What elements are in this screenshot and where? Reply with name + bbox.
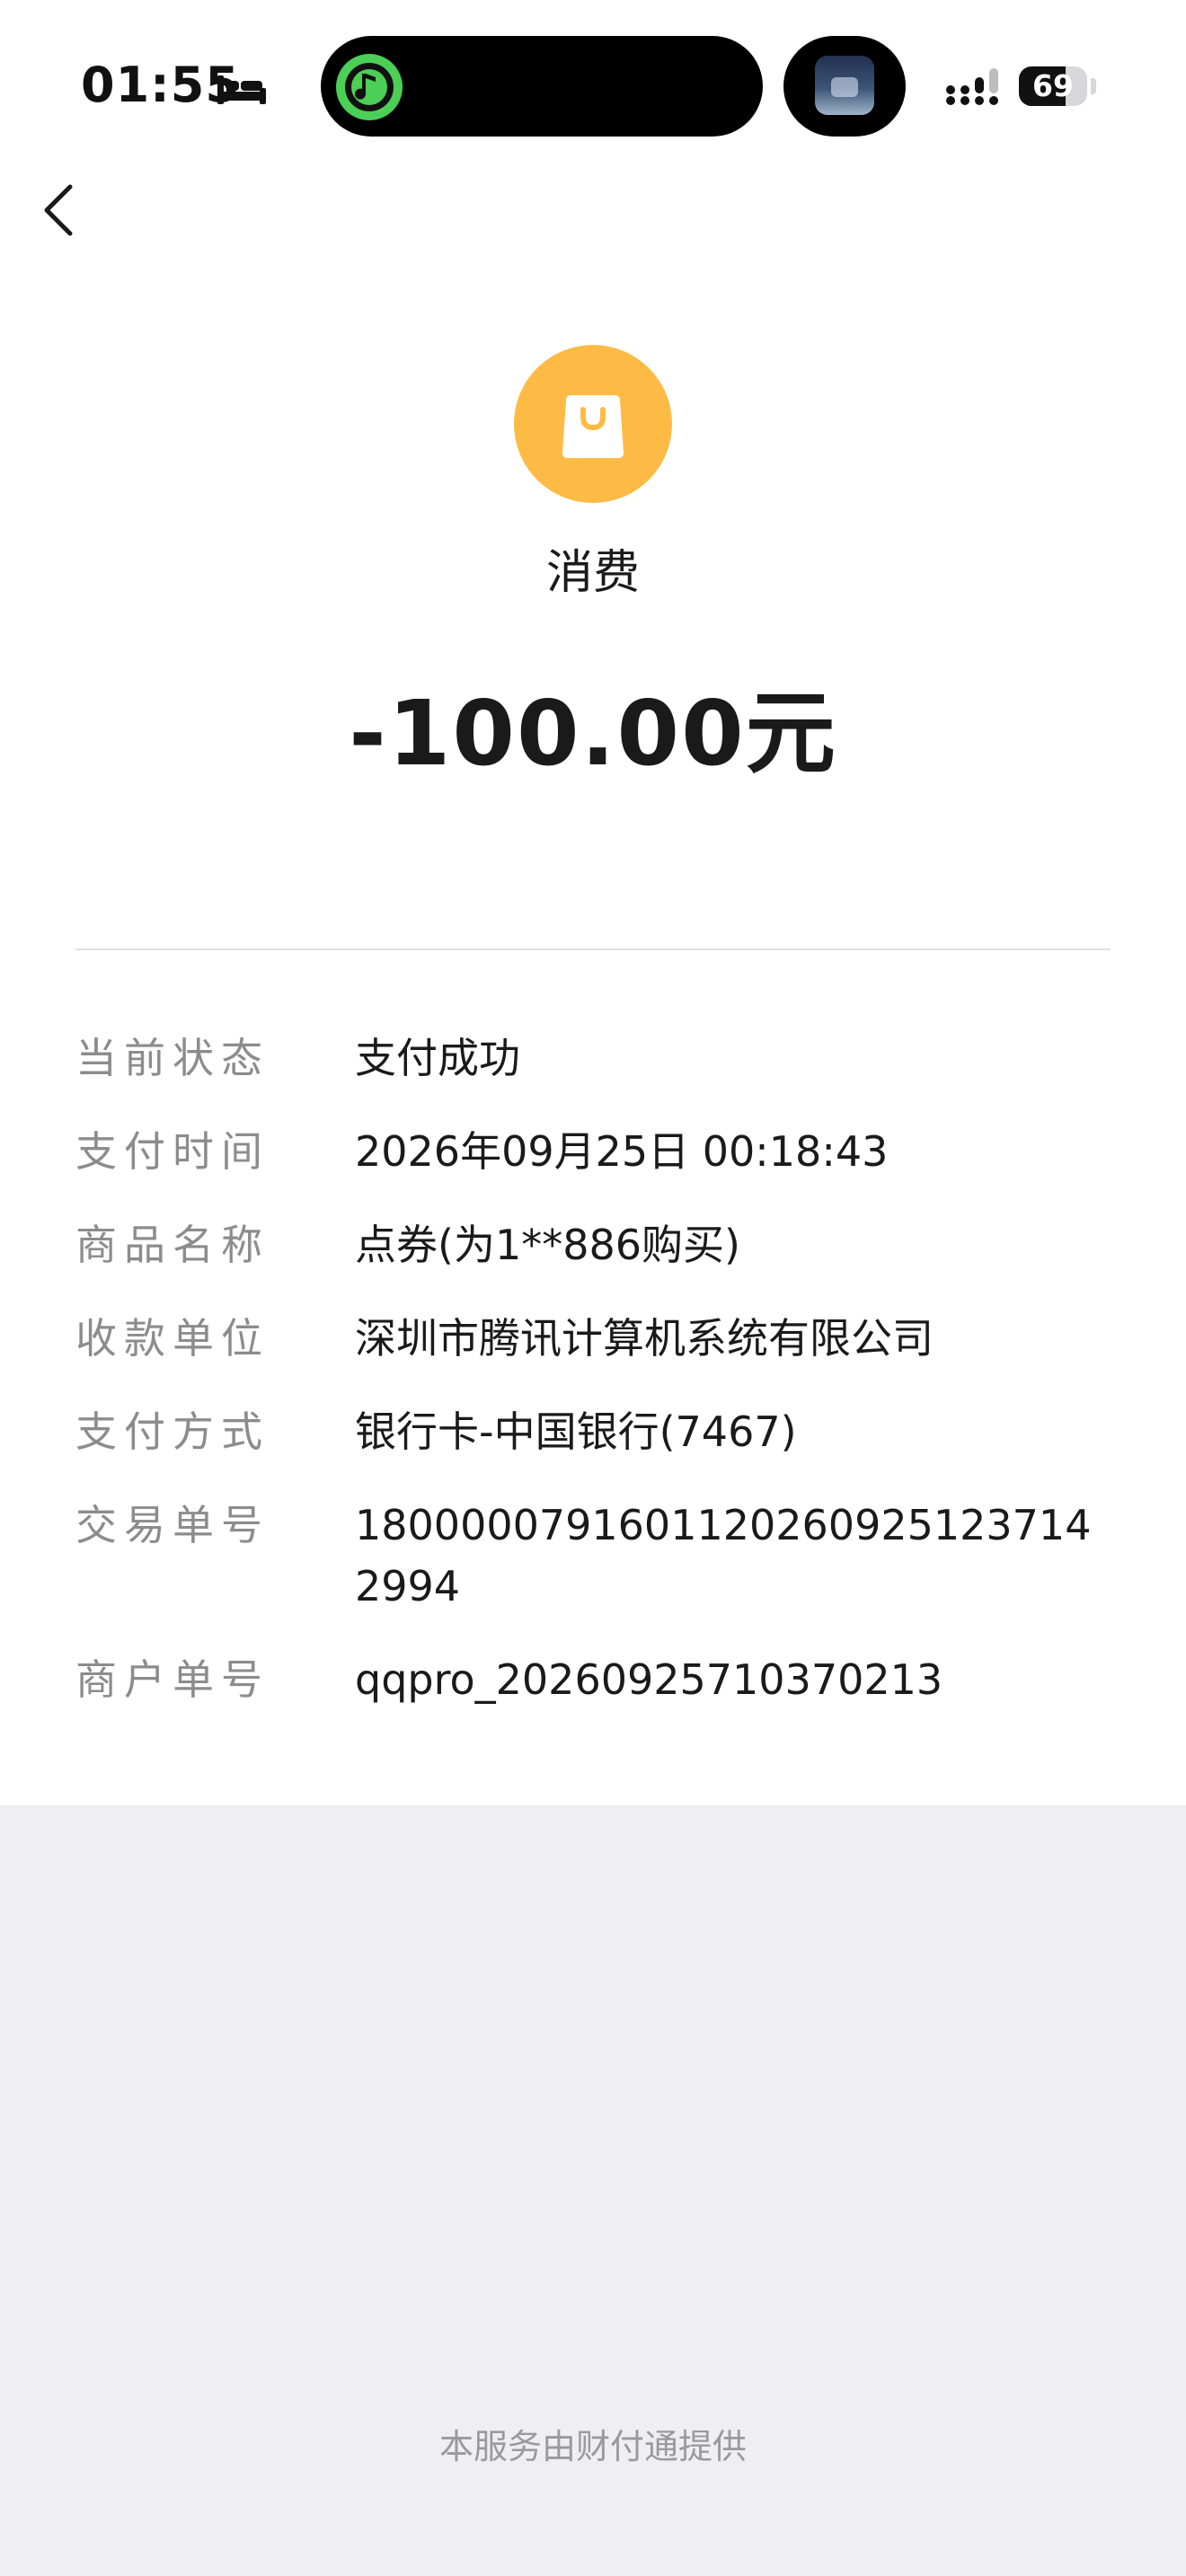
detail-value-merchant-id[interactable]: qqpro_20260925710370213	[355, 1649, 1101, 1710]
detail-label-merchant-id: 商户单号	[75, 1655, 270, 1704]
battery-level-text: 69	[1032, 68, 1074, 103]
transaction-amount: -100.00元	[349, 681, 837, 786]
back-button[interactable]	[25, 172, 92, 248]
detail-label-payee: 收款单位	[75, 1314, 270, 1363]
sleep-focus-icon	[217, 75, 266, 104]
cellular-signal-icon	[946, 68, 998, 105]
service-provider-footer: 本服务由财付通提供	[438, 2427, 747, 2466]
album-art-thumbnail[interactable]	[815, 56, 874, 115]
battery-indicator: 69	[1019, 66, 1087, 106]
transaction-type-label: 消费	[545, 546, 640, 600]
detail-label-transaction-id: 交易单号	[75, 1501, 270, 1549]
detail-label-pay-method: 支付方式	[75, 1407, 270, 1456]
detail-value-transaction-id[interactable]: 18000007916011202609251237142994	[355, 1495, 1101, 1617]
shopping-bag-icon	[562, 395, 624, 458]
detail-label-status: 当前状态	[75, 1034, 270, 1082]
music-app-icon[interactable]	[334, 52, 404, 122]
detail-value-status: 支付成功	[355, 1034, 520, 1082]
battery-tip	[1091, 78, 1096, 94]
detail-value-pay-method: 银行卡-中国银行(7467)	[355, 1407, 797, 1456]
detail-value-payee: 深圳市腾讯计算机系统有限公司	[355, 1314, 934, 1363]
detail-label-product: 商品名称	[75, 1221, 270, 1269]
detail-value-product: 点券(为1**886购买)	[355, 1221, 740, 1269]
detail-label-pay-time: 支付时间	[75, 1127, 270, 1176]
divider	[75, 948, 1111, 950]
chevron-left-icon	[44, 184, 73, 236]
detail-value-pay-time: 2026年09月25日 00:18:43	[355, 1127, 889, 1176]
